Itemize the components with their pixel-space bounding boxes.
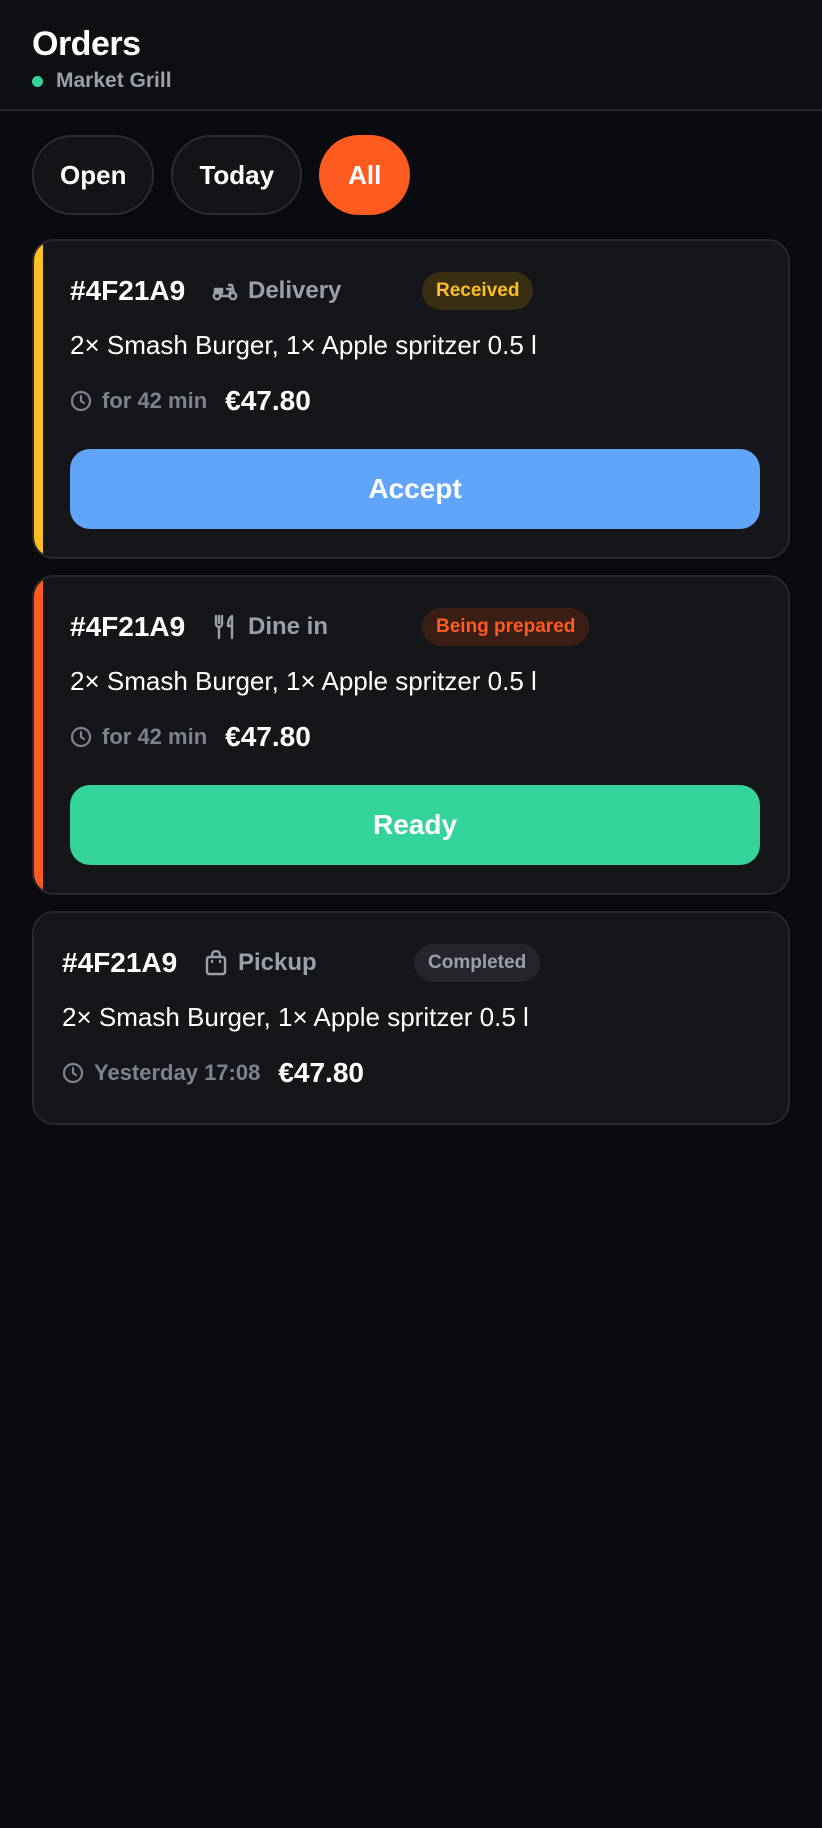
order-id: #4F21A9 [70,611,186,642]
clock-icon [70,390,92,412]
order-type: Dine in [212,613,422,641]
order-id: #4F21A9 [62,947,178,978]
order-price: €47.80 [225,385,311,416]
order-price: €47.80 [278,1057,364,1088]
order-time: for 42 min [70,388,207,414]
status-stripe [34,577,43,893]
order-type-label: Pickup [238,949,317,976]
order-type-label: Dine in [248,613,329,640]
filter-today[interactable]: Today [171,135,303,215]
filter-all[interactable]: All [319,135,411,215]
order-card[interactable]: #4F21A9 Pickup Completed 2× Smash Burger… [32,911,790,1125]
filter-bar: Open Today All [0,111,822,215]
order-time: Yesterday 17:08 [62,1060,260,1086]
order-id: #4F21A9 [70,275,186,306]
order-items: 2× Smash Burger, 1× Apple spritzer 0.5 l [70,330,537,360]
filter-open[interactable]: Open [32,135,155,215]
app-header: Orders Market Grill [0,0,822,111]
restaurant-name: Market Grill [56,69,172,92]
status-badge: Completed [414,944,541,982]
clock-icon [70,726,92,748]
cutlery-icon [214,614,234,640]
order-list: #4F21A9 Delivery Received 2× Smash Burge… [0,215,822,1125]
order-type: Delivery [212,277,422,305]
online-status-dot [32,75,43,87]
order-type-label: Delivery [248,277,342,304]
order-time-label: Yesterday 17:08 [94,1060,261,1085]
order-price: €47.80 [225,721,311,752]
order-card[interactable]: #4F21A9 Dine in Being prepared 2× Smash … [32,575,790,895]
shopping-bag-icon [205,950,227,976]
ready-button[interactable]: Ready [70,785,760,865]
order-items: 2× Smash Burger, 1× Apple spritzer 0.5 l [62,1002,529,1032]
page-title: Orders [32,25,141,63]
order-time-label: for 42 min [102,724,208,749]
scooter-icon [212,283,238,301]
order-items: 2× Smash Burger, 1× Apple spritzer 0.5 l [70,666,537,696]
status-badge: Being prepared [422,608,590,646]
order-time: for 42 min [70,724,207,750]
status-badge: Received [422,272,534,310]
order-card[interactable]: #4F21A9 Delivery Received 2× Smash Burge… [32,239,790,559]
order-type: Pickup [204,949,414,977]
accept-button[interactable]: Accept [70,449,760,529]
order-time-label: for 42 min [102,388,208,413]
restaurant-info: Market Grill [32,69,790,93]
clock-icon [62,1062,84,1084]
status-stripe [34,241,43,557]
